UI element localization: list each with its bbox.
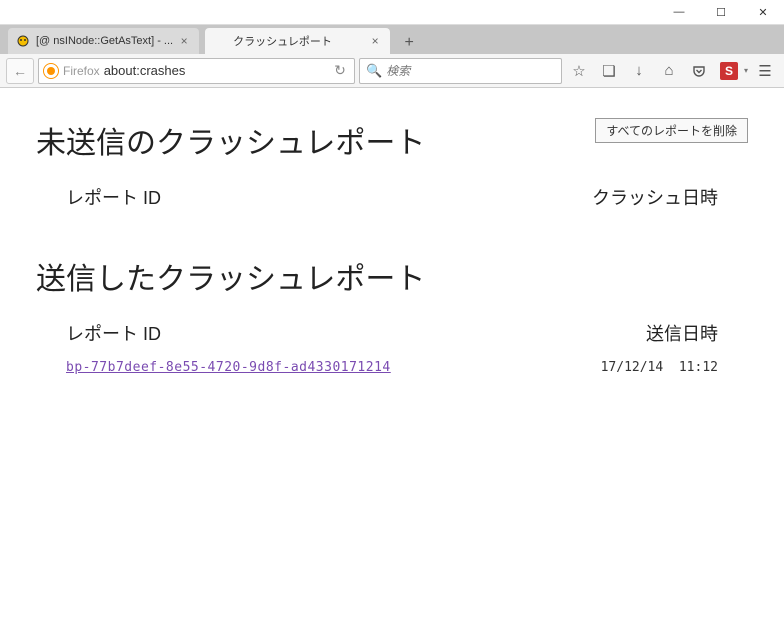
url-text[interactable]: about:crashes bbox=[104, 63, 330, 78]
unsent-reports-table: レポート ID クラッシュ日時 bbox=[36, 184, 748, 224]
reload-icon[interactable]: ↻ bbox=[330, 62, 350, 79]
column-header-crash-date: クラッシュ日時 bbox=[592, 184, 718, 210]
column-header-report-id: レポート ID bbox=[66, 184, 592, 210]
firefox-icon bbox=[43, 63, 59, 79]
tab-strip: [@ nsINode::GetAsText] - ... × クラッシュレポート… bbox=[0, 25, 784, 54]
unsent-reports-heading: 未送信のクラッシュレポート bbox=[36, 118, 425, 162]
search-icon: 🔍 bbox=[366, 63, 382, 79]
tab-title: クラッシュレポート bbox=[233, 33, 364, 49]
tab-crashes[interactable]: クラッシュレポート × bbox=[205, 28, 390, 54]
column-header-sent-date: 送信日時 bbox=[646, 320, 718, 346]
window-maximize-button[interactable]: ☐ bbox=[700, 0, 742, 25]
column-header-report-id: レポート ID bbox=[66, 320, 646, 346]
tab-bugzilla[interactable]: [@ nsINode::GetAsText] - ... × bbox=[8, 28, 199, 54]
window-minimize-button[interactable]: — bbox=[658, 0, 700, 25]
home-icon[interactable]: ⌂ bbox=[656, 58, 682, 84]
pocket-icon[interactable] bbox=[686, 58, 712, 84]
blank-favicon-icon bbox=[213, 34, 227, 48]
new-tab-button[interactable]: + bbox=[396, 32, 422, 54]
table-row: bp-77b7deef-8e55-4720-9d8f-ad4330171214 … bbox=[36, 360, 748, 381]
library-icon[interactable]: ❏ bbox=[596, 58, 622, 84]
bookmark-star-icon[interactable]: ☆ bbox=[566, 58, 592, 84]
identity-label: Firefox bbox=[63, 64, 100, 78]
url-bar[interactable]: Firefox about:crashes ↻ bbox=[38, 58, 355, 84]
close-icon[interactable]: × bbox=[177, 34, 191, 48]
downloads-icon[interactable]: ↓ bbox=[626, 58, 652, 84]
crash-report-date: 17/12/14 11:12 bbox=[601, 360, 718, 375]
stylish-icon[interactable]: S bbox=[720, 62, 738, 80]
crash-report-link[interactable]: bp-77b7deef-8e55-4720-9d8f-ad4330171214 bbox=[66, 360, 601, 375]
search-input[interactable] bbox=[386, 64, 555, 78]
chevron-down-icon[interactable]: ▾ bbox=[744, 66, 748, 75]
remove-all-reports-button[interactable]: すべてのレポートを削除 bbox=[595, 118, 748, 143]
search-bar[interactable]: 🔍 bbox=[359, 58, 562, 84]
sent-reports-heading: 送信したクラッシュレポート bbox=[36, 254, 748, 298]
page-content: 未送信のクラッシュレポート すべてのレポートを削除 レポート ID クラッシュ日… bbox=[0, 88, 784, 411]
close-icon[interactable]: × bbox=[368, 34, 382, 48]
back-button[interactable]: ← bbox=[6, 58, 34, 84]
window-close-button[interactable]: ✕ bbox=[742, 0, 784, 25]
bug-icon bbox=[16, 34, 30, 48]
tab-title: [@ nsINode::GetAsText] - ... bbox=[36, 35, 173, 47]
sent-reports-table: レポート ID 送信日時 bp-77b7deef-8e55-4720-9d8f-… bbox=[36, 320, 748, 381]
navigation-toolbar: ← Firefox about:crashes ↻ 🔍 ☆ ❏ ↓ ⌂ S ▾ … bbox=[0, 54, 784, 88]
window-titlebar: — ☐ ✕ bbox=[0, 0, 784, 25]
menu-icon[interactable]: ☰ bbox=[752, 58, 778, 84]
